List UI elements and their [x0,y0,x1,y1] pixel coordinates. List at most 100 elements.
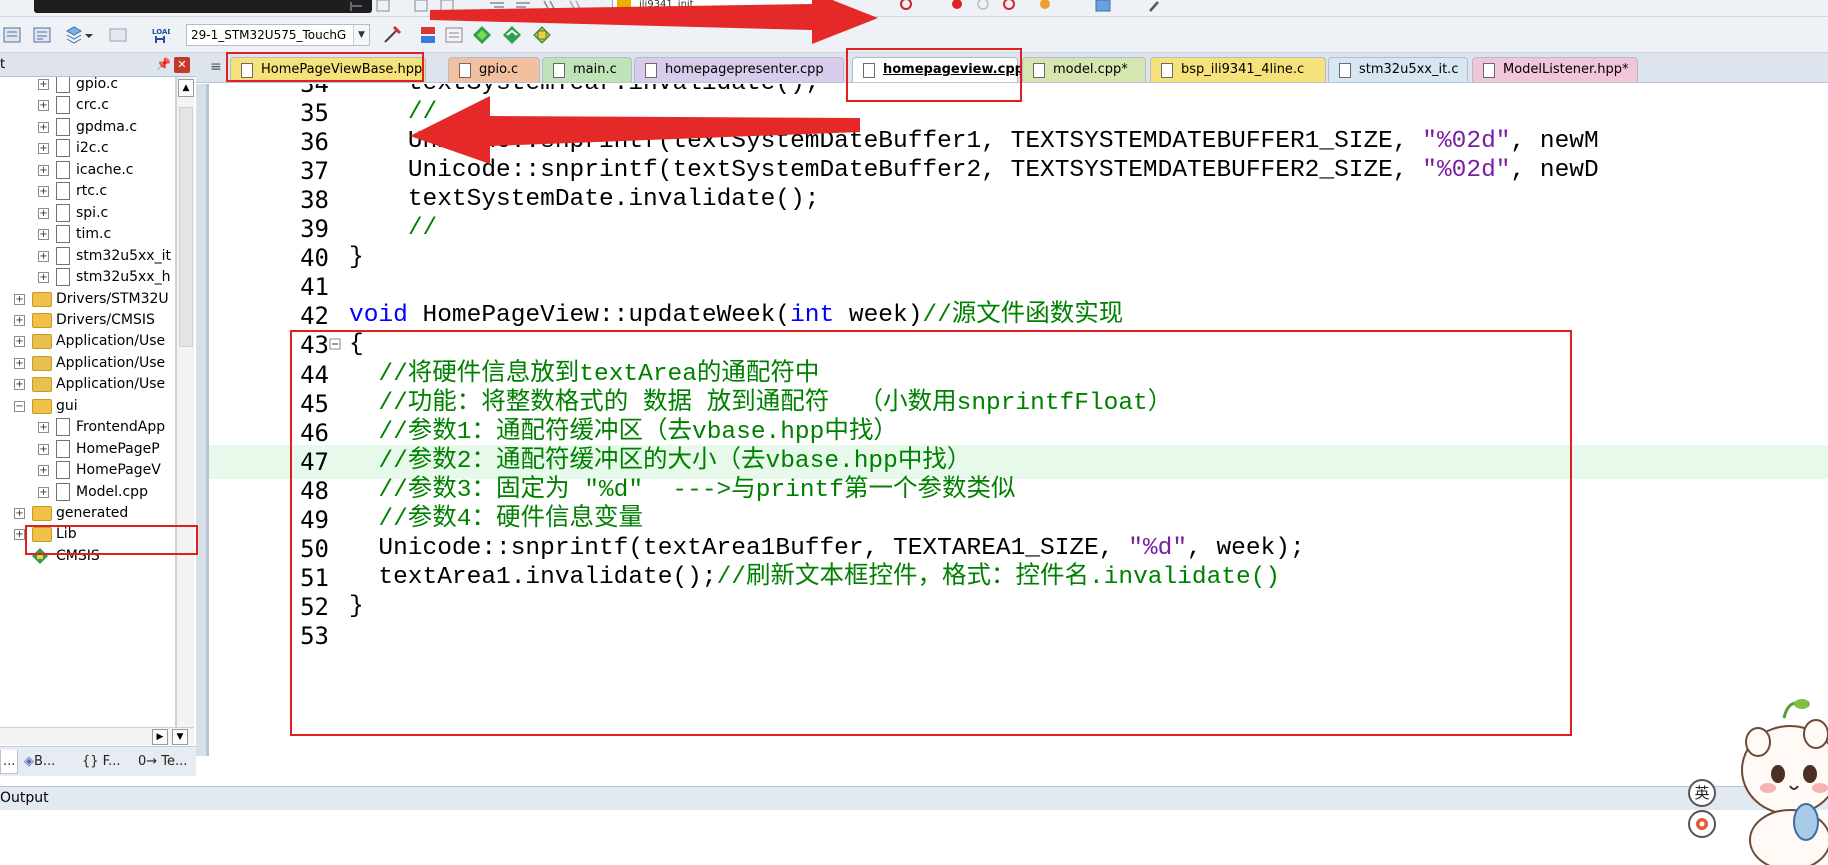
dropdown-arrow-icon[interactable] [84,25,94,45]
expand-toggle-icon[interactable]: − [14,400,25,412]
editor-tab[interactable]: bsp_ili9341_4line.c [1150,57,1326,82]
expand-toggle-icon[interactable]: + [38,486,49,498]
folder-icon [32,291,52,307]
file-icon [241,63,253,78]
target-options-icon[interactable] [382,25,402,45]
breakpoint-icon[interactable] [948,0,966,13]
editor-tab[interactable]: stm32u5xx_it.c [1328,57,1468,82]
code-editor[interactable]: 34 textSystemYear.invalidate();35 //36 U… [206,84,1828,756]
editor-tab[interactable]: homepageview.cpp [852,57,1024,82]
ime-settings-icon[interactable] [1688,810,1716,838]
expand-toggle-icon[interactable]: + [38,422,49,434]
code-content: // [407,99,438,127]
find-combo[interactable]: ili9341_init [612,0,822,13]
expand-toggle-icon[interactable]: + [38,465,49,477]
expand-toggle-icon[interactable]: + [14,508,25,519]
comment-icon[interactable] [540,0,558,13]
editor-tab[interactable]: gpio.c [448,57,540,82]
scroll-up-arrow-icon[interactable]: ▲ [178,79,194,97]
translate-icon[interactable] [2,25,22,45]
file-icon [56,203,70,222]
select-packs-icon[interactable] [502,25,522,45]
unindent-icon[interactable] [514,0,532,13]
pin-icon[interactable]: 📌 [156,57,171,71]
code-line[interactable]: 53 [209,619,1828,653]
rte-manage-icon[interactable] [532,25,552,45]
expand-toggle-icon[interactable]: + [38,100,49,112]
tab-project[interactable]: ... [0,750,18,774]
tree-horizontal-scrollbar[interactable]: ▶ ▼ [0,727,194,745]
tab-menu-icon[interactable]: ≡ [210,59,222,75]
debug-search-icon[interactable] [898,0,916,13]
breakpoint-kill-icon[interactable] [1000,0,1018,13]
output-area[interactable] [0,810,1828,865]
target-select[interactable]: 29-1_STM32U575_TouchG ▼ [186,24,370,46]
tree-item[interactable]: CMSIS [0,544,175,569]
file-icon [56,182,70,201]
indent-icon[interactable] [488,0,506,13]
scroll-right-arrow-icon[interactable]: ▶ [152,729,168,745]
file-icon [56,225,70,244]
expand-toggle-icon[interactable]: + [38,250,49,262]
editor-tab[interactable]: model.cpp* [1022,57,1146,82]
chevron-down-icon[interactable]: ▼ [353,25,369,45]
file-icon [56,117,70,136]
bookmark-prev-icon[interactable] [412,0,430,13]
flower-icon [1696,818,1708,830]
editor-tab[interactable]: HomePageViewBase.hpp [230,57,426,82]
pack-installer-icon[interactable] [472,25,492,45]
expand-toggle-icon[interactable]: + [38,229,49,241]
code-content: textArea1.invalidate();//刷新文本框控件，格式：控件名.… [378,563,1281,591]
editor-tab-label: stm32u5xx_it.c [1359,62,1459,77]
expand-toggle-icon[interactable]: + [14,314,25,326]
tree-vertical-scrollbar[interactable]: ▲ [176,77,194,727]
expand-toggle-icon[interactable]: + [38,121,49,133]
expand-toggle-icon[interactable]: + [14,379,25,391]
breakpoint-options-icon[interactable] [1036,0,1054,13]
scroll-down-arrow-icon[interactable]: ▼ [172,729,188,745]
expand-toggle-icon[interactable]: + [38,443,49,455]
stop-build-icon[interactable] [108,25,128,45]
rebuild-icon[interactable] [64,25,84,45]
file-extensions-icon[interactable] [444,25,464,45]
expand-toggle-icon[interactable]: + [14,529,25,541]
project-panel-header: t 📌 ✕ [0,53,196,77]
load-icon[interactable]: LOAD [150,25,170,45]
expand-toggle-icon[interactable]: + [38,186,49,198]
scroll-thumb[interactable] [179,107,193,347]
expand-toggle-icon[interactable]: + [38,143,49,155]
editor-tab-label: main.c [573,62,617,77]
ide-window: ili9341_init LOAD 29-1_STM32U575_TouchG▼… [0,0,1828,865]
file-icon [645,63,657,78]
editor-tab[interactable]: homepagepresenter.cpp [634,57,844,82]
file-icon [1033,63,1045,78]
expand-toggle-icon[interactable]: + [38,164,49,176]
window-layout-icon[interactable] [1094,0,1112,13]
manage-project-icon[interactable] [418,25,438,45]
build-icon[interactable] [32,25,52,45]
editor-tab-label: gpio.c [479,62,519,77]
editor-tab[interactable]: ModelListener.hpp* [1472,57,1638,82]
editor-tab[interactable]: main.c [542,57,632,82]
tab-functions[interactable]: {} F... [80,750,120,774]
tab-books[interactable]: ◈B... [22,750,55,774]
expand-toggle-icon[interactable]: + [14,336,25,348]
expand-toggle-icon[interactable]: + [38,207,49,219]
expand-toggle-icon[interactable]: + [38,272,49,284]
uncomment-icon[interactable] [566,0,584,13]
settings-wrench-icon[interactable] [1146,0,1164,13]
go-back-icon[interactable] [348,0,366,13]
find-icon[interactable] [828,0,846,13]
ime-language-indicator[interactable]: 英 [1688,779,1716,807]
bookmark-next-icon[interactable] [438,0,456,13]
expand-toggle-icon[interactable]: + [14,293,25,305]
expand-toggle-icon[interactable]: + [38,79,49,90]
tab-templates[interactable]: 0→ Te... [136,750,187,774]
file-icon [1483,63,1495,78]
breakpoint-disabled-icon[interactable] [974,0,992,13]
expand-toggle-icon[interactable]: + [14,357,25,369]
close-icon[interactable]: ✕ [174,57,190,73]
bookmark-icon[interactable] [374,0,392,13]
